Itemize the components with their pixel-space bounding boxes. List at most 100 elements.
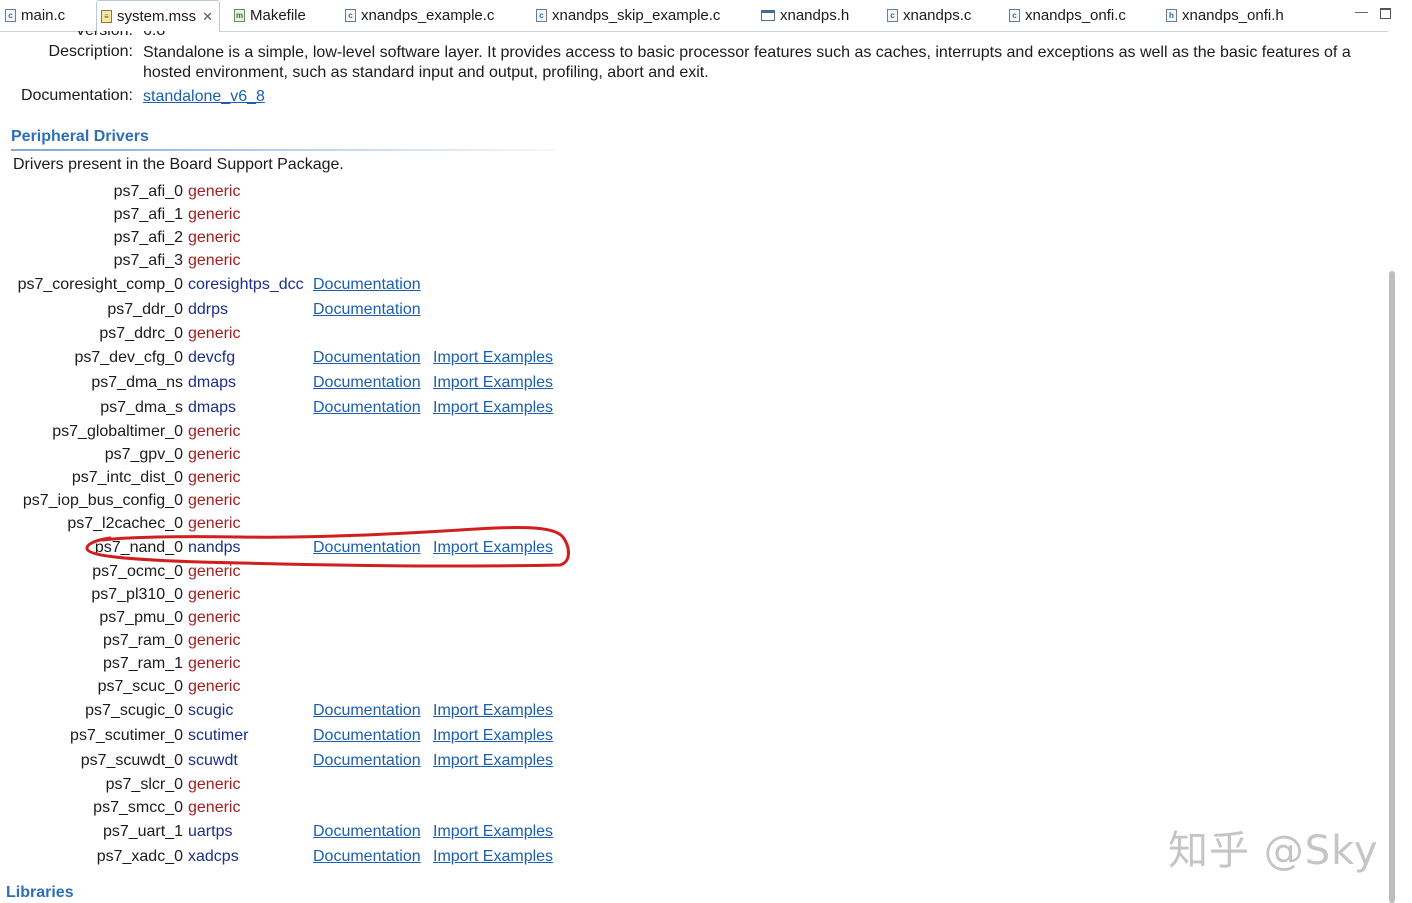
c-file-icon: c [5,9,16,22]
documentation-label: Documentation: [20,87,133,104]
tab-xnandps-example-c[interactable]: c xnandps_example.c [345,0,494,31]
driver-row: ps7_dma_ns dmaps Documentation Import Examp… [0,374,600,396]
driver-row: ps7_globaltimer_0 generic [0,423,600,445]
documentation-link[interactable]: Documentation [313,349,421,367]
driver-row: ps7_iop_bus_config_0 generic [0,492,600,514]
import-examples-link[interactable]: Import Examples [433,823,553,841]
scrollbar-thumb[interactable] [1389,271,1395,903]
mss-overview-page: Version: 6.8 Description: Standalone is … [0,31,1388,903]
driver-instance-name: ps7_dma_ns [91,374,183,391]
documentation-link[interactable]: Documentation [313,301,421,319]
driver-name: generic [188,515,241,532]
version-value: 6.8 [143,31,165,40]
driver-instance-name: ps7_l2cachec_0 [67,515,183,532]
maximize-icon[interactable] [1380,8,1391,19]
driver-row: ps7_dma_s dmaps Documentation Import Exampl… [0,399,600,421]
import-examples-link[interactable]: Import Examples [433,399,553,417]
tab-xnandps-onfi-h[interactable]: h xnandps_onfi.h [1166,0,1284,31]
documentation-link[interactable]: Documentation [313,727,421,745]
driver-name: generic [188,446,241,463]
documentation-link[interactable]: Documentation [313,276,421,294]
driver-row: ps7_afi_1 generic [0,206,600,228]
tab-label: xnandps_example.c [361,7,495,24]
driver-row: ps7_ddrc_0 generic [0,325,600,347]
libraries-title[interactable]: Libraries [6,884,74,902]
close-icon[interactable]: ✕ [202,9,213,25]
driver-row: ps7_afi_0 generic [0,183,600,205]
tab-system-mss[interactable]: ≡ system.mss ✕ [96,0,221,32]
c-file-icon: c [887,9,898,22]
driver-instance-name: ps7_smcc_0 [93,799,183,816]
driver-row: ps7_scugic_0 scugic Documentation Import Ex… [0,702,600,724]
documentation-link[interactable]: Documentation [313,752,421,770]
driver-row: ps7_gpv_0 generic [0,446,600,468]
driver-row: ps7_scuc_0 generic [0,678,600,700]
driver-row: ps7_scutimer_0 scutimer Documentation Impor… [0,727,600,749]
documentation-link[interactable]: Documentation [313,848,421,866]
driver-name: generic [188,586,241,603]
watermark: 知乎 @Sky [1168,828,1379,874]
tab-main-c[interactable]: c main.c [5,0,65,31]
driver-row: ps7_nand_0 nandps Documentation Import Exam… [0,539,600,561]
driver-instance-name: ps7_intc_dist_0 [71,469,183,486]
import-examples-link[interactable]: Import Examples [433,727,553,745]
tab-label: xnandps_onfi.c [1025,7,1126,24]
driver-instance-name: ps7_xadc_0 [96,848,183,865]
driver-name: nandps [188,539,241,556]
import-examples-link[interactable]: Import Examples [433,752,553,770]
c-file-icon: c [1009,9,1020,22]
documentation-link[interactable]: Documentation [313,823,421,841]
tab-makefile[interactable]: m Makefile [234,0,306,31]
driver-name: generic [188,678,241,695]
driver-instance-name: ps7_afi_2 [113,229,183,246]
tab-xnandps-c[interactable]: c xnandps.c [887,0,971,31]
driver-row: ps7_ram_1 generic [0,655,600,677]
driver-instance-name: ps7_gpv_0 [104,446,183,463]
driver-name: generic [188,492,241,509]
tab-xnandps-skip-example-c[interactable]: c xnandps_skip_example.c [536,0,720,31]
minimize-icon[interactable]: — [1355,4,1368,19]
driver-instance-name: ps7_ram_0 [102,632,183,649]
import-examples-link[interactable]: Import Examples [433,374,553,392]
documentation-link[interactable]: Documentation [313,702,421,720]
peripheral-drivers-title[interactable]: Peripheral Drivers [11,128,149,146]
driver-instance-name: ps7_pl310_0 [91,586,183,603]
documentation-link[interactable]: Documentation [313,539,421,557]
driver-row: ps7_ocmc_0 generic [0,563,600,585]
vertical-scrollbar[interactable] [1388,31,1412,903]
import-examples-link[interactable]: Import Examples [433,349,553,367]
driver-name: generic [188,423,241,440]
driver-name: generic [188,229,241,246]
driver-row: ps7_l2cachec_0 generic [0,515,600,537]
driver-row: ps7_smcc_0 generic [0,799,600,821]
tab-xnandps-h[interactable]: xnandps.h [761,0,849,31]
import-examples-link[interactable]: Import Examples [433,848,553,866]
tab-xnandps-onfi-c[interactable]: c xnandps_onfi.c [1009,0,1126,31]
version-label: Version: [40,31,133,40]
driver-name: generic [188,609,241,626]
tab-label: xnandps_onfi.h [1182,7,1284,24]
standalone-doc-link[interactable]: standalone_v6_8 [143,88,265,106]
driver-instance-name: ps7_dev_cfg_0 [74,349,183,366]
import-examples-link[interactable]: Import Examples [433,702,553,720]
driver-name: ddrps [188,301,229,318]
tab-label: xnandps.c [903,7,972,24]
driver-row: ps7_ram_0 generic [0,632,600,654]
driver-instance-name: ps7_iop_bus_config_0 [22,492,183,509]
driver-name: generic [188,799,241,816]
driver-row: ps7_pmu_0 generic [0,609,600,631]
driver-instance-name: ps7_coresight_comp_0 [17,276,183,293]
documentation-link[interactable]: Documentation [313,374,421,392]
import-examples-link[interactable]: Import Examples [433,539,553,557]
driver-name: generic [188,183,241,200]
driver-row: ps7_scuwdt_0 scuwdt Documentation Import Ex… [0,752,600,774]
driver-name: uartps [188,823,233,840]
tab-label: main.c [21,7,66,24]
documentation-link[interactable]: Documentation [313,399,421,417]
driver-instance-name: ps7_scuwdt_0 [80,752,183,769]
driver-row: ps7_afi_3 generic [0,252,600,274]
driver-instance-name: ps7_ocmc_0 [92,563,183,580]
driver-row: ps7_pl310_0 generic [0,586,600,608]
driver-name: xadcps [188,848,239,865]
driver-name: generic [188,469,241,486]
